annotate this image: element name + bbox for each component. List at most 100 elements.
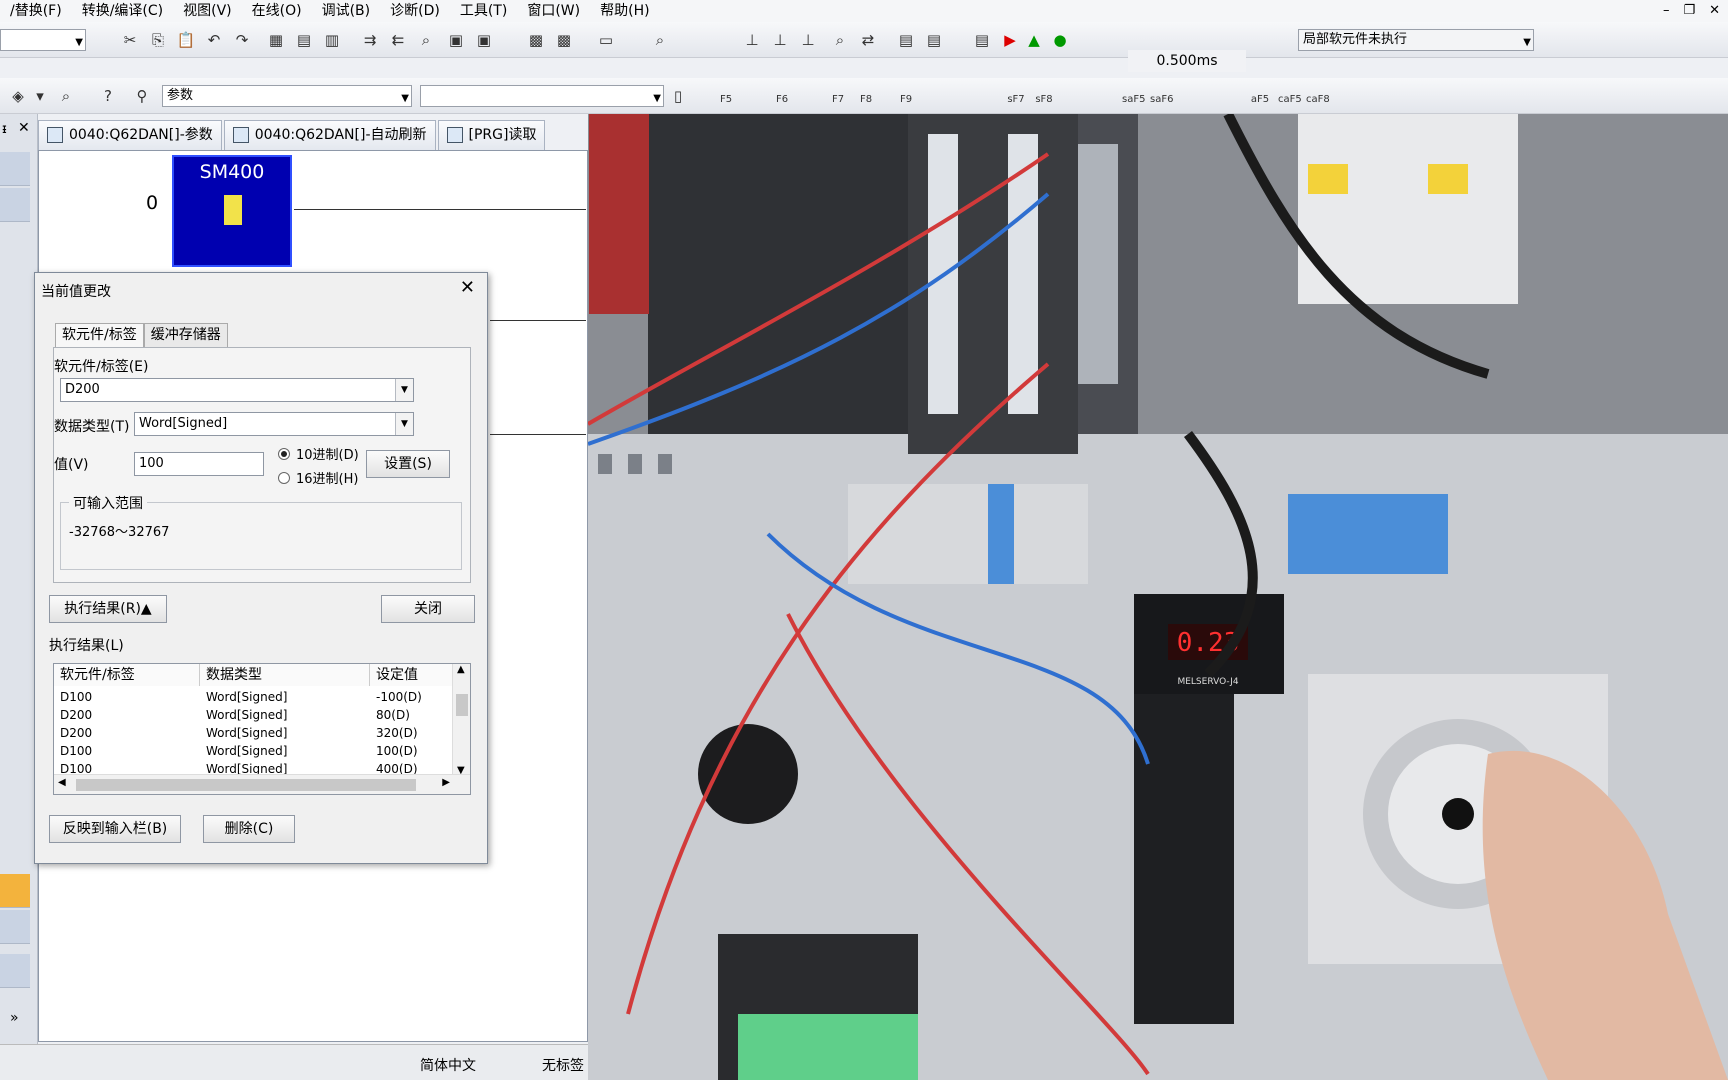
convert-icon[interactable]: ▥ (322, 30, 342, 50)
fkey-f9[interactable]: F9 (896, 90, 916, 110)
radio-hex[interactable] (278, 472, 290, 484)
simulate-icon[interactable]: ▤ (972, 30, 992, 50)
device-input[interactable]: D200 ▼ (60, 378, 414, 402)
dev-menu-icon[interactable]: ▾ (30, 86, 50, 106)
page-icon[interactable]: ▯ (668, 86, 688, 106)
chart2-icon[interactable]: ▤ (924, 30, 944, 50)
menu-online[interactable]: 在线(O) (242, 0, 312, 22)
verify-icon[interactable]: ⌕ (416, 30, 436, 50)
toolbar-combo-left[interactable]: ▼ (0, 29, 86, 51)
status-combo[interactable]: 局部软元件未执行 ▼ (1298, 29, 1534, 51)
minimize-icon[interactable]: – (1663, 0, 1670, 22)
table-row[interactable]: D200 Word[Signed] 80(D) (54, 706, 454, 724)
dialog-close-icon[interactable]: ✕ (460, 277, 475, 298)
fkey-f8[interactable]: F8 (856, 90, 876, 110)
debug-icon[interactable]: ▩ (526, 30, 546, 50)
table-row[interactable]: D200 Word[Signed] 320(D) (54, 724, 454, 742)
hscroll-thumb[interactable] (76, 779, 416, 791)
ladder-icon[interactable]: ⊥ (742, 30, 762, 50)
run-icon[interactable]: ▶ (1000, 30, 1020, 50)
left-tab-3[interactable] (0, 910, 30, 944)
scroll-left-icon[interactable]: ◀ (58, 777, 66, 788)
exec-result-toggle-button[interactable]: 执行结果(R)▲ (49, 595, 167, 623)
help-icon[interactable]: ? (98, 86, 118, 106)
ladder3-icon[interactable]: ⊥ (798, 30, 818, 50)
menu-diagnostics[interactable]: 诊断(D) (380, 0, 450, 22)
fkey-caf5[interactable]: caF5 (1278, 90, 1302, 110)
fkey-f7[interactable]: F7 (828, 90, 848, 110)
expand-icon[interactable]: » (10, 1010, 19, 1026)
debug2-icon[interactable]: ▩ (554, 30, 574, 50)
scroll-up-icon[interactable]: ▲ (457, 664, 465, 675)
monitor-icon[interactable]: ▣ (446, 30, 466, 50)
scope-combo[interactable]: ▼ (420, 85, 664, 107)
tab-auto-refresh[interactable]: 0040:Q62DAN[]-自动刷新 (223, 120, 436, 150)
scroll-right-icon[interactable]: ▶ (442, 777, 450, 788)
tab-device-label[interactable]: 软元件/标签 (55, 323, 144, 347)
delete-button[interactable]: 删除(C) (203, 815, 295, 843)
table-row[interactable]: D100 Word[Signed] -100(D) (54, 688, 454, 706)
table-vertical-scrollbar[interactable]: ▲ ▼ (452, 664, 470, 776)
device-icon[interactable]: ▦ (266, 30, 286, 50)
comment-icon[interactable]: ▭ (596, 30, 616, 50)
info-icon[interactable]: ● (1050, 30, 1070, 50)
fkey-af5[interactable]: aF5 (1250, 90, 1270, 110)
menu-replace[interactable]: /替换(F) (0, 0, 72, 22)
left-tab-4[interactable] (0, 954, 30, 988)
fkey-caf8[interactable]: caF8 (1306, 90, 1330, 110)
left-tab-2[interactable] (0, 188, 30, 222)
paste-icon[interactable]: 📋 (176, 30, 196, 50)
read-plc-icon[interactable]: ⇇ (388, 30, 408, 50)
fkey-saf5[interactable]: saF5 (1122, 90, 1145, 110)
close-window-icon[interactable]: ✕ (1709, 0, 1720, 22)
menu-window[interactable]: 窗口(W) (517, 0, 590, 22)
binoculars-icon[interactable]: ⚲ (132, 86, 152, 106)
set-button[interactable]: 设置(S) (366, 450, 450, 478)
menu-view[interactable]: 视图(V) (173, 0, 242, 22)
menu-help[interactable]: 帮助(H) (590, 0, 659, 22)
zoom-icon[interactable]: ⌕ (830, 30, 850, 50)
fkey-sf8[interactable]: sF8 (1034, 90, 1054, 110)
undo-icon[interactable]: ↶ (204, 30, 224, 50)
fkey-f5[interactable]: F5 (716, 90, 736, 110)
stop-monitor-icon[interactable]: ▣ (474, 30, 494, 50)
restore-icon[interactable]: ❐ (1683, 0, 1695, 22)
pin-icon[interactable]: ᵻ (2, 122, 7, 137)
search-combo[interactable]: 参数 ▼ (162, 85, 412, 107)
dtype-select[interactable]: Word[Signed] ▼ (134, 412, 414, 436)
chart-icon[interactable]: ▤ (896, 30, 916, 50)
find-icon[interactable]: ⌕ (650, 30, 670, 50)
contact-sm400[interactable]: SM400 (172, 155, 292, 267)
dev-icon[interactable]: ◈ (8, 86, 28, 106)
left-tab-1[interactable] (0, 152, 30, 186)
transfer-icon[interactable]: ⇄ (858, 30, 878, 50)
warning-icon[interactable]: ▲ (1024, 30, 1044, 50)
value-input[interactable]: 100 (134, 452, 264, 476)
ladder2-icon[interactable]: ⊥ (770, 30, 790, 50)
radio-decimal[interactable] (278, 448, 290, 460)
redo-icon[interactable]: ↷ (232, 30, 252, 50)
write-plc-icon[interactable]: ⇉ (360, 30, 380, 50)
menu-tools[interactable]: 工具(T) (450, 0, 517, 22)
fkey-saf6[interactable]: saF6 (1150, 90, 1173, 110)
fkey-f6[interactable]: F6 (772, 90, 792, 110)
tab-program[interactable]: [PRG]读取 (437, 120, 546, 150)
left-tab-active[interactable] (0, 874, 30, 908)
menu-convert[interactable]: 转换/编译(C) (72, 0, 173, 22)
panel-close-icon[interactable]: ✕ (18, 120, 30, 136)
dtype-dropdown-icon[interactable]: ▼ (395, 413, 413, 435)
copy-icon[interactable]: ⎘ (148, 30, 168, 50)
tab-parameter[interactable]: 0040:Q62DAN[]-参数 (38, 120, 222, 150)
reflect-to-input-button[interactable]: 反映到输入栏(B) (49, 815, 181, 843)
cut-icon[interactable]: ✂ (120, 30, 140, 50)
tab-buffer-memory[interactable]: 缓冲存储器 (143, 323, 228, 347)
close-button[interactable]: 关闭 (381, 595, 475, 623)
table-row[interactable]: D100 Word[Signed] 100(D) (54, 742, 454, 760)
scroll-thumb[interactable] (456, 694, 468, 716)
compile-icon[interactable]: ▤ (294, 30, 314, 50)
menu-debug[interactable]: 调试(B) (312, 0, 381, 22)
table-horizontal-scrollbar[interactable]: ◀ ▶ (54, 774, 470, 794)
fkey-sf7[interactable]: sF7 (1006, 90, 1026, 110)
device-dropdown-icon[interactable]: ▼ (395, 379, 413, 401)
filter-icon[interactable]: ⌕ (56, 86, 76, 106)
